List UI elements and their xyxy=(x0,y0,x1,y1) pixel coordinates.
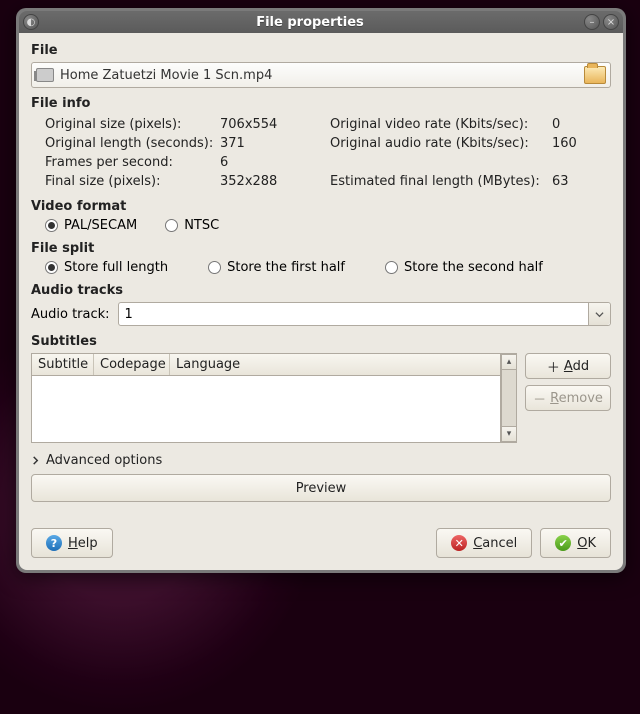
window-title: File properties xyxy=(39,15,581,30)
subtitles-section-label: Subtitles xyxy=(31,334,611,349)
file-path-text: Home Zatuetzi Movie 1 Scn.mp4 xyxy=(60,68,584,83)
radio-icon xyxy=(165,219,178,232)
help-icon: ? xyxy=(46,535,62,551)
radio-ntsc[interactable]: NTSC xyxy=(165,218,219,233)
add-subtitle-button[interactable]: ＋Add xyxy=(525,353,611,379)
radio-icon xyxy=(208,261,221,274)
file-info-grid: Original size (pixels):706x554Original v… xyxy=(45,115,611,191)
radio-store-second-half[interactable]: Store the second half xyxy=(385,260,543,275)
info-row: Original length (seconds):371Original au… xyxy=(45,134,611,153)
cancel-icon: ✕ xyxy=(451,535,467,551)
dialog-window: ◐ File properties – × File Home Zatuetzi… xyxy=(16,8,626,573)
radio-store-full[interactable]: Store full length xyxy=(45,260,168,275)
titlebar: ◐ File properties – × xyxy=(19,11,623,33)
file-info-section-label: File info xyxy=(31,96,611,111)
audio-track-select[interactable]: 1 xyxy=(118,302,611,326)
video-format-section-label: Video format xyxy=(31,199,611,214)
radio-icon xyxy=(45,261,58,274)
file-split-radios: Store full length Store the first half S… xyxy=(45,260,611,275)
browse-folder-icon[interactable] xyxy=(584,66,606,84)
info-row: Original size (pixels):706x554Original v… xyxy=(45,115,611,134)
file-path-field: Home Zatuetzi Movie 1 Scn.mp4 xyxy=(31,62,611,88)
advanced-options-expander[interactable]: Advanced options xyxy=(31,453,611,468)
help-button[interactable]: ?Help xyxy=(31,528,113,558)
subtitles-header: Subtitle Codepage Language xyxy=(32,354,500,376)
scroll-up-icon[interactable]: ▴ xyxy=(501,354,517,370)
radio-icon xyxy=(45,219,58,232)
preview-button[interactable]: Preview xyxy=(31,474,611,502)
info-row: Final size (pixels):352x288Estimated fin… xyxy=(45,172,611,191)
minus-icon: － xyxy=(533,389,546,408)
cancel-button[interactable]: ✕Cancel xyxy=(436,528,532,558)
subtitles-row: Subtitle Codepage Language ▴ ▾ ＋Add －Rem… xyxy=(31,353,611,443)
subtitles-table[interactable]: Subtitle Codepage Language xyxy=(31,353,501,443)
scroll-down-icon[interactable]: ▾ xyxy=(501,426,517,442)
audio-tracks-section-label: Audio tracks xyxy=(31,283,611,298)
chevron-right-icon xyxy=(31,456,40,465)
remove-subtitle-button[interactable]: －Remove xyxy=(525,385,611,411)
radio-store-first-half[interactable]: Store the first half xyxy=(208,260,345,275)
audio-track-value: 1 xyxy=(125,307,133,322)
audio-track-row: Audio track: 1 xyxy=(31,302,611,326)
minimize-button[interactable]: – xyxy=(584,14,600,30)
close-button[interactable]: × xyxy=(603,14,619,30)
dialog-content: File Home Zatuetzi Movie 1 Scn.mp4 File … xyxy=(19,33,623,570)
radio-pal-secam[interactable]: PAL/SECAM xyxy=(45,218,137,233)
ok-icon: ✔ xyxy=(555,535,571,551)
audio-track-label: Audio track: xyxy=(31,307,110,322)
ok-button[interactable]: ✔OK xyxy=(540,528,611,558)
video-file-icon xyxy=(36,68,54,82)
file-section-label: File xyxy=(31,43,611,58)
video-format-radios: PAL/SECAM NTSC xyxy=(45,218,611,233)
plus-icon: ＋ xyxy=(547,357,560,376)
window-menu-button[interactable]: ◐ xyxy=(23,14,39,30)
file-split-section-label: File split xyxy=(31,241,611,256)
radio-icon xyxy=(385,261,398,274)
dialog-footer: ?Help ✕Cancel ✔OK xyxy=(31,528,611,558)
subtitles-scrollbar[interactable]: ▴ ▾ xyxy=(501,353,517,443)
chevron-down-icon xyxy=(588,303,610,325)
scroll-track[interactable] xyxy=(501,370,517,426)
info-row: Frames per second:6 xyxy=(45,153,611,172)
